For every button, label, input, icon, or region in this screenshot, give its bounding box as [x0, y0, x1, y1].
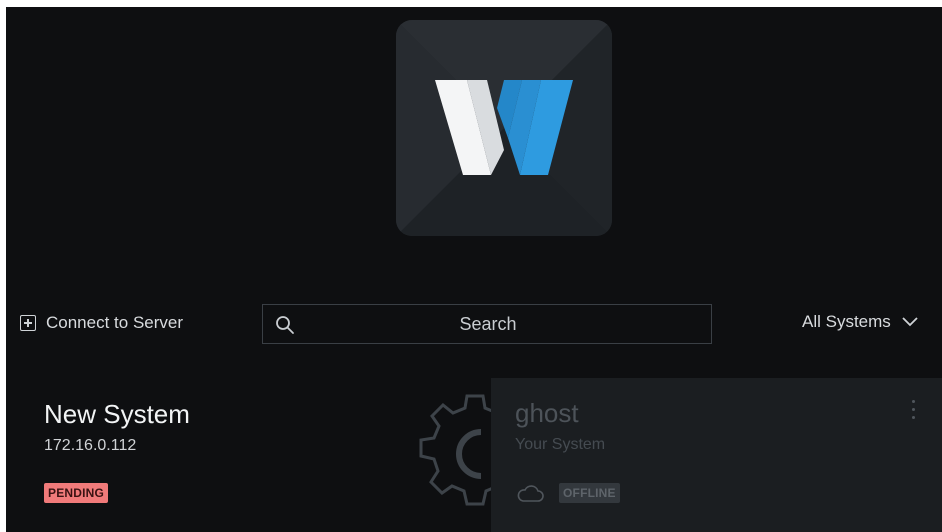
system-name: ghost	[515, 398, 579, 428]
system-card-ghost[interactable]: ghost Your System OFFLINE	[491, 378, 942, 532]
status-badge: PENDING	[44, 483, 109, 503]
connect-to-server-label: Connect to Server	[46, 313, 184, 332]
system-description: Your System	[515, 436, 606, 453]
cloud-icon	[517, 485, 544, 502]
connect-to-server-button[interactable]: Connect to Server	[20, 311, 183, 335]
system-card-new-system[interactable]: New System 172.16.0.112 PENDING	[26, 387, 386, 527]
search-box[interactable]	[262, 304, 712, 344]
w-logo-icon	[396, 20, 612, 236]
status-badge: OFFLINE	[559, 483, 620, 503]
filter-label: All Systems	[802, 312, 891, 331]
system-name: New System	[44, 399, 190, 429]
more-vertical-icon[interactable]	[907, 400, 919, 428]
systems-filter-dropdown[interactable]: All Systems	[802, 309, 919, 335]
search-input[interactable]	[303, 305, 701, 343]
plus-square-icon	[20, 315, 36, 331]
gear-icon	[411, 393, 491, 515]
app-logo	[396, 20, 612, 236]
chevron-down-icon	[902, 317, 918, 327]
search-icon	[276, 316, 294, 334]
system-address: 172.16.0.112	[44, 437, 137, 454]
app-window: Connect to Server All Systems New System…	[6, 7, 942, 532]
